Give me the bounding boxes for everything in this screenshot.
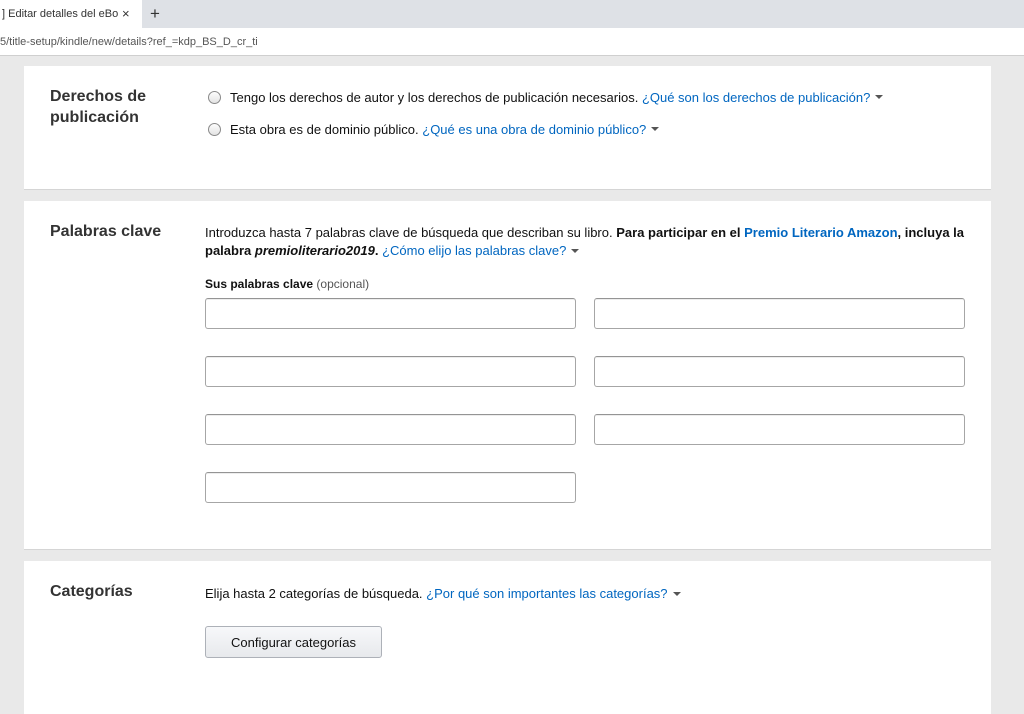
keywords-label-text: Sus palabras clave — [205, 277, 314, 291]
browser-tab[interactable]: ] Editar detalles del eBook | × — [0, 0, 142, 28]
keyword-input-1[interactable] — [205, 298, 576, 329]
address-bar[interactable]: 5/title-setup/kindle/new/details?ref_=kd… — [0, 28, 1024, 56]
categories-text: Elija hasta 2 categorías de búsqueda. — [205, 586, 423, 601]
keywords-contest-text: Para participar en el — [616, 225, 741, 240]
keywords-section: Palabras clave Introduzca hasta 7 palabr… — [24, 201, 991, 550]
keywords-intro-text: Introduzca hasta 7 palabras clave de bús… — [205, 225, 613, 240]
new-tab-icon[interactable]: + — [150, 4, 160, 24]
rights-title-line2: publicación — [50, 109, 139, 126]
keywords-intro: Introduzca hasta 7 palabras clave de bús… — [205, 224, 965, 260]
keyword-input-7[interactable] — [205, 472, 576, 503]
keyword-input-3[interactable] — [205, 356, 576, 387]
set-categories-button[interactable]: Configurar categorías — [205, 626, 382, 658]
caret-down-icon[interactable] — [875, 94, 884, 99]
categories-section: Categorías Elija hasta 2 categorías de b… — [24, 561, 991, 714]
keyword-input-2[interactable] — [594, 298, 965, 329]
categories-help-link[interactable]: ¿Por qué son importantes las categorías? — [426, 586, 667, 601]
browser-tabstrip: ] Editar detalles del eBook | × + — [0, 0, 1024, 28]
page-content: Derechos de publicación Tengo los derech… — [0, 56, 1024, 714]
rights-option-public-domain[interactable]: Esta obra es de dominio público. ¿Qué es… — [208, 122, 660, 137]
caret-down-icon[interactable] — [651, 126, 660, 131]
rights-title-line1: Derechos de — [50, 88, 147, 105]
keyword-input-4[interactable] — [594, 356, 965, 387]
tab-title: ] Editar detalles del eBook | — [2, 8, 118, 20]
rights-help-link[interactable]: ¿Qué son los derechos de publicación? — [642, 90, 870, 105]
section-title-rights: Derechos de publicación — [50, 86, 146, 128]
keywords-label: Sus palabras clave (opcional) — [205, 277, 369, 291]
caret-down-icon[interactable] — [571, 248, 580, 253]
section-title-categories: Categorías — [50, 583, 133, 600]
url-text[interactable]: 5/title-setup/kindle/new/details?ref_=kd… — [0, 36, 258, 48]
caret-down-icon[interactable] — [672, 591, 681, 596]
section-title-keywords: Palabras clave — [50, 223, 162, 240]
public-domain-help-link[interactable]: ¿Qué es una obra de dominio público? — [422, 122, 646, 137]
categories-description: Elija hasta 2 categorías de búsqueda. ¿P… — [205, 586, 681, 601]
literary-award-link[interactable]: Premio Literario Amazon — [744, 225, 897, 240]
radio-button[interactable] — [208, 91, 221, 104]
rights-option-label[interactable]: Tengo los derechos de autor y los derech… — [230, 90, 638, 105]
rights-option-label[interactable]: Esta obra es de dominio público. — [230, 122, 419, 137]
radio-button[interactable] — [208, 123, 221, 136]
close-tab-icon[interactable]: × — [122, 6, 130, 22]
publishing-rights-section: Derechos de publicación Tengo los derech… — [24, 66, 991, 190]
keywords-help-link[interactable]: ¿Cómo elijo las palabras clave? — [382, 243, 566, 258]
rights-option-own[interactable]: Tengo los derechos de autor y los derech… — [208, 90, 884, 105]
keywords-optional-text: (opcional) — [316, 277, 370, 291]
keyword-input-6[interactable] — [594, 414, 965, 445]
keyword-input-5[interactable] — [205, 414, 576, 445]
contest-keyword: premioliterario2019 — [254, 243, 375, 258]
keywords-period: . — [374, 243, 379, 258]
